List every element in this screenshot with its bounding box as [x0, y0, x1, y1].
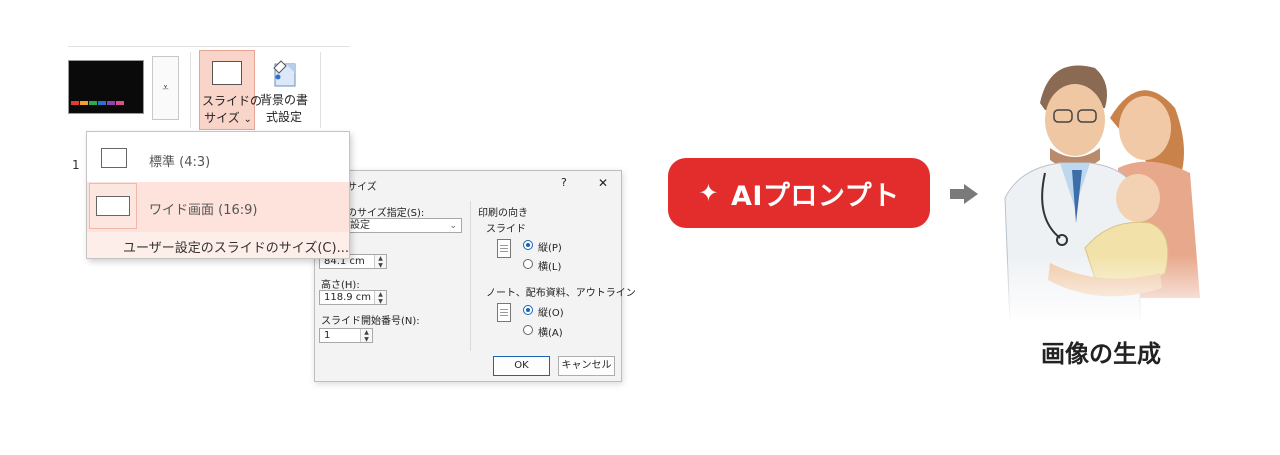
portrait-page-icon	[497, 303, 511, 322]
theme-thumbnail[interactable]	[68, 60, 144, 114]
size-for-select[interactable]: 設定 ⌄	[345, 218, 462, 233]
close-icon[interactable]: ✕	[598, 176, 608, 190]
slide-size-icon	[212, 61, 242, 85]
generated-image-illustration	[990, 48, 1212, 324]
notes-landscape-radio[interactable]	[523, 325, 533, 335]
theme-color-swatches	[71, 101, 124, 105]
slides-landscape-radio[interactable]	[523, 259, 533, 269]
ribbon-top-border	[68, 46, 350, 47]
width-spinner[interactable]: ▲ ▼	[374, 255, 386, 269]
slide-size-menu: 標準 (4:3) ワイド画面 (16:9) ユーザー設定のスライドのサイズ(C)…	[86, 131, 350, 259]
number-from-field[interactable]: 1 ▲ ▼	[319, 328, 373, 343]
height-label: 高さ(H):	[321, 280, 360, 291]
slides-orientation-label: スライド	[486, 224, 526, 235]
height-spinner[interactable]: ▲ ▼	[374, 291, 386, 305]
cancel-button[interactable]: キャンセル	[558, 356, 615, 376]
menu-item-custom[interactable]: ユーザー設定のスライドのサイズ(C)...	[87, 232, 349, 258]
slides-landscape-label: 横(L)	[538, 262, 562, 273]
widescreen-slide-icon	[96, 196, 130, 216]
slide-size-button[interactable]: スライドの サイズ ⌄	[199, 50, 263, 130]
variants-more-button[interactable]: ⩡	[152, 56, 179, 120]
ruler-fragment: 1	[72, 158, 80, 172]
number-from-spinner[interactable]: ▲ ▼	[360, 329, 372, 343]
format-background-label-2: 式設定	[265, 110, 302, 124]
notes-portrait-label: 縦(O)	[538, 308, 564, 319]
notes-landscape-label: 横(A)	[538, 328, 563, 339]
format-background-label-1: 背景の書	[259, 93, 308, 107]
sparkle-icon: ✦	[698, 179, 719, 207]
menu-item-widescreen-label: ワイド画面 (16:9)	[149, 203, 258, 218]
ok-button[interactable]: OK	[493, 356, 550, 376]
ribbon-group-divider	[190, 52, 191, 128]
height-field[interactable]: 118.9 cm ▲ ▼	[319, 290, 387, 305]
menu-item-standard[interactable]: 標準 (4:3)	[87, 136, 349, 182]
chevron-down-icon: ⌄	[243, 114, 252, 125]
slide-size-dialog: のサイズ ? ✕ のサイズ指定(S): 設定 ⌄ : 84.1 cm ▲▼ 高さ…	[314, 170, 636, 382]
chevron-down-icon: ⌄	[449, 221, 457, 231]
standard-slide-icon	[101, 148, 127, 168]
slides-portrait-label: 縦(P)	[538, 243, 562, 254]
dialog-divider	[470, 201, 471, 351]
ai-prompt-badge: ✦ AIプロンプト	[668, 158, 930, 228]
ai-prompt-label: AIプロンプト	[730, 180, 900, 212]
orientation-label: 印刷の向き	[478, 208, 528, 219]
arrow-right-icon	[950, 184, 978, 204]
slide-size-label-2: サイズ ⌄	[204, 111, 252, 125]
portrait-page-icon	[497, 239, 511, 258]
help-icon[interactable]: ?	[561, 176, 567, 189]
number-from-label: スライド開始番号(N):	[321, 316, 420, 327]
format-background-icon	[273, 60, 296, 87]
image-generation-caption: 画像の生成	[1041, 340, 1161, 368]
notes-portrait-radio[interactable]	[523, 305, 533, 315]
notes-orientation-label: ノート、配布資料、アウトライン	[486, 288, 636, 299]
menu-item-widescreen[interactable]: ワイド画面 (16:9)	[87, 182, 349, 232]
menu-item-standard-label: 標準 (4:3)	[149, 155, 211, 170]
menu-item-custom-label: ユーザー設定のスライドのサイズ(C)...	[123, 241, 349, 256]
more-icon: ⩡	[162, 81, 169, 94]
slide-size-label-1: スライドの	[202, 94, 263, 108]
slides-portrait-radio[interactable]	[523, 240, 533, 250]
format-background-button[interactable]: 背景の書 式設定	[258, 50, 310, 130]
ribbon-group-divider	[320, 52, 321, 128]
size-for-label: のサイズ指定(S):	[347, 208, 425, 219]
